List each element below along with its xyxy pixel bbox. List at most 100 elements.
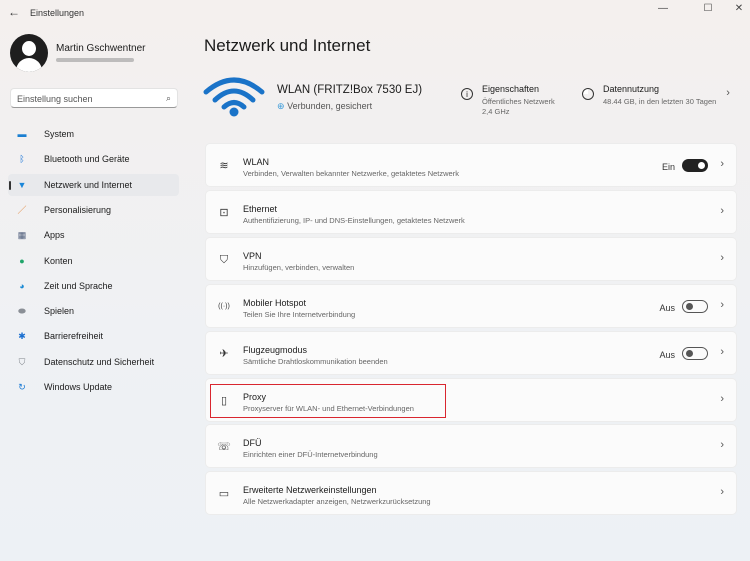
sidebar-item-label: Datenschutz und Sicherheit bbox=[44, 357, 154, 367]
chevron-right-icon: › bbox=[720, 299, 724, 311]
data-usage-detail: 48.44 GB, in den letzten 30 Tagen bbox=[603, 97, 716, 107]
card-description: Alle Netzwerkadapter anzeigen, Netzwerkz… bbox=[243, 497, 431, 506]
wifi-large-icon bbox=[203, 74, 265, 118]
proxy-icon: ▯ bbox=[217, 394, 231, 408]
app-title: Einstellungen bbox=[30, 8, 84, 18]
card-title: VPN bbox=[243, 251, 262, 261]
avatar[interactable] bbox=[10, 34, 48, 72]
toggle-switch[interactable] bbox=[682, 347, 708, 360]
card-title: Ethernet bbox=[243, 204, 277, 214]
close-button[interactable]: ✕ bbox=[729, 3, 749, 14]
toggle-switch[interactable] bbox=[682, 159, 708, 172]
sidebar-item-label: Konten bbox=[44, 256, 73, 266]
redacted-email bbox=[56, 58, 134, 62]
settings-card-dfü[interactable]: ☏ DFÜ Einrichten einer DFÜ-Internetverbi… bbox=[205, 424, 737, 468]
search-icon: ⌕ bbox=[166, 93, 171, 104]
active-indicator bbox=[9, 181, 11, 190]
search-placeholder: Einstellung suchen bbox=[17, 94, 93, 104]
sidebar-item-label: Personalisierung bbox=[44, 205, 111, 215]
hotspot-icon: ((·)) bbox=[217, 300, 231, 314]
toggle-switch[interactable] bbox=[682, 300, 708, 313]
page-title: Netzwerk und Internet bbox=[204, 36, 370, 56]
connection-name: WLAN (FRITZ!Box 7530 EJ) bbox=[277, 84, 422, 96]
sidebar-item-windows-update[interactable]: ↻ Windows Update bbox=[8, 376, 179, 398]
properties-link[interactable]: i Eigenschaften Öffentliches Netzwerk2,4… bbox=[461, 84, 555, 117]
chevron-right-icon: › bbox=[726, 87, 730, 107]
card-title: Proxy bbox=[243, 392, 266, 402]
globe-clock-icon: ◕ bbox=[16, 281, 28, 291]
settings-card-mobiler-hotspot[interactable]: ((·)) Mobiler Hotspot Teilen Sie Ihre In… bbox=[205, 284, 737, 328]
sidebar-item-label: System bbox=[44, 129, 74, 139]
card-description: Einrichten einer DFÜ-Internetverbindung bbox=[243, 450, 378, 459]
frequency: 2,4 GHz bbox=[482, 107, 555, 117]
apps-icon: ▦ bbox=[16, 230, 28, 240]
sidebar-item-bluetooth-und-geräte[interactable]: ᛒ Bluetooth und Geräte bbox=[8, 148, 179, 170]
sidebar-item-datenschutz-und-sicherheit[interactable]: ⛉ Datenschutz und Sicherheit bbox=[8, 351, 179, 373]
data-usage-link[interactable]: Datennutzung 48.44 GB, in den letzten 30… bbox=[582, 84, 730, 107]
user-name: Martin Gschwentner bbox=[56, 43, 145, 54]
update-icon: ↻ bbox=[16, 382, 28, 392]
toggle-state-label: Aus bbox=[659, 350, 675, 360]
sidebar-item-label: Netzwerk und Internet bbox=[44, 180, 132, 190]
chevron-right-icon: › bbox=[720, 205, 724, 217]
sidebar-item-netzwerk-und-internet[interactable]: ▼ Netzwerk und Internet bbox=[8, 174, 179, 196]
shield-icon: ⛉ bbox=[16, 357, 28, 367]
sidebar-item-label: Bluetooth und Geräte bbox=[44, 154, 130, 164]
wifi-icon: ≋ bbox=[217, 159, 231, 173]
sidebar-item-personalisierung[interactable]: ／ Personalisierung bbox=[8, 199, 179, 221]
vpn-shield-icon: ⛉ bbox=[217, 253, 231, 267]
sidebar-item-konten[interactable]: ● Konten bbox=[8, 250, 179, 272]
sidebar-item-label: Windows Update bbox=[44, 382, 112, 392]
minimize-button[interactable]: — bbox=[653, 3, 673, 14]
properties-label: Eigenschaften bbox=[482, 84, 555, 94]
sidebar-item-zeit-und-sprache[interactable]: ◕ Zeit und Sprache bbox=[8, 275, 179, 297]
card-title: WLAN bbox=[243, 157, 269, 167]
settings-card-vpn[interactable]: ⛉ VPN Hinzufügen, verbinden, verwalten › bbox=[205, 237, 737, 281]
card-description: Teilen Sie Ihre Internetverbindung bbox=[243, 310, 355, 319]
ethernet-icon: ⊡ bbox=[217, 206, 231, 220]
card-title: Flugzeugmodus bbox=[243, 345, 307, 355]
brush-icon: ／ bbox=[16, 205, 28, 215]
sidebar-item-label: Apps bbox=[44, 230, 65, 240]
maximize-button[interactable]: ☐ bbox=[698, 3, 718, 14]
chevron-right-icon: › bbox=[720, 346, 724, 358]
search-input[interactable]: Einstellung suchen ⌕ bbox=[10, 88, 178, 108]
chevron-right-icon: › bbox=[720, 486, 724, 498]
sidebar-item-spielen[interactable]: ⬬ Spielen bbox=[8, 300, 179, 322]
info-icon: i bbox=[461, 88, 473, 100]
connection-status-text: Verbunden, gesichert bbox=[287, 101, 372, 111]
chevron-right-icon: › bbox=[720, 158, 724, 170]
settings-card-proxy[interactable]: ▯ Proxy Proxyserver für WLAN- und Ethern… bbox=[205, 378, 737, 422]
network-type: Öffentliches Netzwerk bbox=[482, 97, 555, 107]
chevron-right-icon: › bbox=[720, 252, 724, 264]
sidebar-item-label: Spielen bbox=[44, 306, 74, 316]
network-icon: ▼ bbox=[16, 180, 28, 190]
sidebar-item-barrierefreiheit[interactable]: ✱Barrierefreiheit bbox=[8, 325, 179, 347]
settings-card-ethernet[interactable]: ⊡ Ethernet Authentifizierung, IP- und DN… bbox=[205, 190, 737, 234]
data-usage-label: Datennutzung bbox=[603, 84, 716, 94]
gamepad-icon: ⬬ bbox=[16, 306, 28, 316]
back-button[interactable]: ← bbox=[8, 5, 20, 19]
settings-card-flugzeugmodus[interactable]: ✈ Flugzeugmodus Sämtliche Drahtloskommun… bbox=[205, 331, 737, 375]
accounts-icon: ● bbox=[16, 256, 28, 266]
sidebar-item-label: Zeit und Sprache bbox=[44, 281, 113, 291]
card-description: Sämtliche Drahtloskommunikation beenden bbox=[243, 357, 388, 366]
advanced-network-icon: ▭ bbox=[217, 487, 231, 501]
card-description: Proxyserver für WLAN- und Ethernet-Verbi… bbox=[243, 404, 414, 413]
globe-icon: ⊕ bbox=[277, 101, 285, 111]
toggle-state-label: Ein bbox=[662, 162, 675, 172]
system-icon: ▬ bbox=[16, 129, 28, 139]
card-description: Hinzufügen, verbinden, verwalten bbox=[243, 263, 354, 272]
toggle-state-label: Aus bbox=[659, 303, 675, 313]
settings-card-wlan[interactable]: ≋ WLAN Verbinden, Verwalten bekannter Ne… bbox=[205, 143, 737, 187]
chevron-right-icon: › bbox=[720, 393, 724, 405]
bluetooth-icon: ᛒ bbox=[16, 154, 28, 164]
connection-status: ⊕ Verbunden, gesichert bbox=[277, 101, 372, 112]
sidebar-item-apps[interactable]: ▦ Apps bbox=[8, 224, 179, 246]
sidebar-item-system[interactable]: ▬ System bbox=[8, 123, 179, 145]
airplane-icon: ✈ bbox=[217, 347, 231, 361]
title-bar: ← Einstellungen — ☐ ✕ bbox=[0, 0, 750, 26]
pie-chart-icon bbox=[582, 88, 594, 100]
settings-card-erweiterte-netzwerkeinstellungen[interactable]: ▭ Erweiterte Netzwerkeinstellungen Alle … bbox=[205, 471, 737, 515]
card-title: Mobiler Hotspot bbox=[243, 298, 306, 308]
